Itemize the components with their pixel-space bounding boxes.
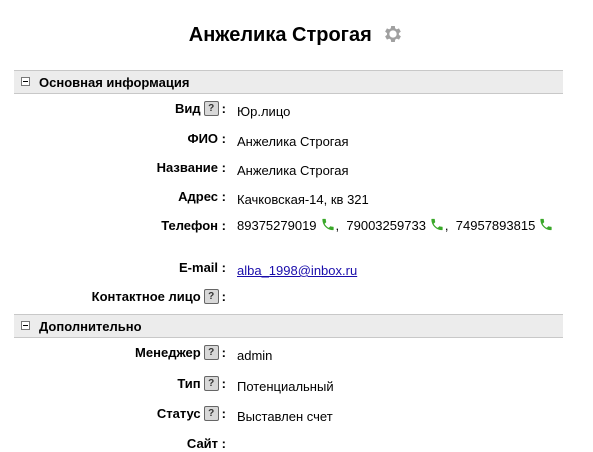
field-name-label-wrap: Название :: [157, 160, 226, 175]
field-fio-label: ФИО: [187, 131, 219, 146]
label-separator: :: [221, 160, 226, 175]
label-separator: :: [221, 345, 226, 360]
phone-number[interactable]: 74957893815: [456, 218, 536, 233]
phone-icon[interactable]: [538, 217, 554, 232]
section-main-title: Основная информация: [39, 75, 190, 90]
label-separator: :: [221, 189, 226, 204]
label-separator: :: [221, 289, 226, 304]
help-icon[interactable]: ?: [203, 101, 219, 117]
field-kind-value: Потенциальный: [237, 379, 334, 394]
page-header: Анжелика Строгая: [0, 24, 593, 47]
field-manager-value: admin: [237, 348, 273, 363]
field-type-label: Вид: [175, 101, 201, 116]
help-icon[interactable]: ?: [203, 406, 219, 422]
field-contact-label: Контактное лицо: [91, 289, 201, 304]
field-status-value: Выставлен счет: [237, 409, 333, 424]
section-main-header: Основная информация: [14, 70, 563, 94]
label-separator: :: [221, 406, 226, 421]
field-fio-label-wrap: ФИО :: [187, 131, 226, 146]
phone-number[interactable]: 89375279019: [237, 218, 317, 233]
field-site-label: Сайт: [186, 436, 219, 451]
collapse-icon[interactable]: [21, 77, 30, 86]
field-type-label-wrap: Вид?:: [175, 101, 226, 117]
label-separator: :: [221, 436, 226, 451]
label-separator: :: [221, 260, 226, 275]
phone-separator: ,: [335, 218, 340, 233]
section-extra-header: Дополнительно: [14, 314, 563, 338]
field-address-label: Адрес: [178, 189, 219, 204]
collapse-icon[interactable]: [21, 321, 30, 330]
field-kind-label-wrap: Тип?:: [177, 376, 226, 392]
page-title: Анжелика Строгая: [188, 24, 372, 46]
label-separator: :: [221, 218, 226, 233]
field-address-value: Качковская-14, кв 321: [237, 192, 369, 207]
label-separator: :: [221, 376, 226, 391]
phone-icon[interactable]: [320, 217, 336, 232]
field-type-value: Юр.лицо: [237, 104, 291, 119]
field-name-value: Анжелика Строгая: [237, 163, 349, 178]
label-separator: :: [221, 101, 226, 116]
label-separator: :: [221, 131, 226, 146]
field-phone-label: Телефон: [161, 218, 219, 233]
field-phone-label-wrap: Телефон :: [161, 218, 226, 233]
phone-number[interactable]: 79003259733: [346, 218, 426, 233]
field-contact-label-wrap: Контактное лицо?:: [92, 289, 226, 305]
gear-icon[interactable]: [382, 23, 404, 45]
phone-icon[interactable]: [429, 217, 445, 232]
field-address-label-wrap: Адрес :: [178, 189, 226, 204]
field-status-label: Статус: [156, 406, 201, 421]
field-email-label: E-mail: [179, 260, 219, 275]
field-name-label: Название: [156, 160, 219, 175]
section-extra-title: Дополнительно: [39, 319, 142, 334]
help-icon[interactable]: ?: [203, 376, 219, 392]
field-email-label-wrap: E-mail :: [179, 260, 226, 275]
field-manager-label-wrap: Менеджер?:: [135, 345, 226, 361]
field-status-label-wrap: Статус?:: [157, 406, 226, 422]
email-link[interactable]: alba_1998@inbox.ru: [237, 263, 357, 278]
help-icon[interactable]: ?: [203, 289, 219, 305]
field-fio-value: Анжелика Строгая: [237, 134, 349, 149]
help-icon[interactable]: ?: [203, 345, 219, 361]
field-site-label-wrap: Сайт :: [187, 436, 226, 451]
phone-separator: ,: [444, 218, 449, 233]
field-kind-label: Тип: [177, 376, 201, 391]
field-manager-label: Менеджер: [135, 345, 201, 360]
field-email-value: alba_1998@inbox.ru: [237, 260, 567, 281]
field-phone-value: 89375279019, 79003259733, 74957893815: [237, 215, 567, 236]
